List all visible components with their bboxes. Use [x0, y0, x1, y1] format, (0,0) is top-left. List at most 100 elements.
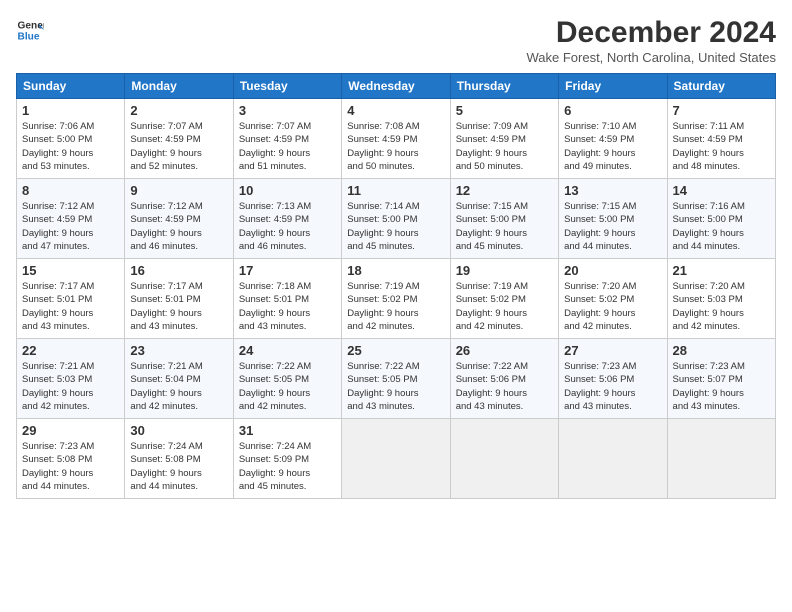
weekday-header-cell: Monday [125, 74, 233, 99]
calendar-day-cell: 22 Sunrise: 7:21 AM Sunset: 5:03 PM Dayli… [17, 339, 125, 419]
calendar-day-cell [342, 419, 450, 499]
calendar-day-cell: 11 Sunrise: 7:14 AM Sunset: 5:00 PM Dayli… [342, 179, 450, 259]
day-number: 22 [22, 343, 119, 358]
day-info: Sunrise: 7:18 AM Sunset: 5:01 PM Dayligh… [239, 280, 336, 333]
calendar-day-cell: 2 Sunrise: 7:07 AM Sunset: 4:59 PM Daylig… [125, 99, 233, 179]
day-info: Sunrise: 7:24 AM Sunset: 5:09 PM Dayligh… [239, 440, 336, 493]
day-info: Sunrise: 7:14 AM Sunset: 5:00 PM Dayligh… [347, 200, 444, 253]
calendar-day-cell [559, 419, 667, 499]
calendar-day-cell: 16Sunrise: 7:17 AM Sunset: 5:01 PM Dayli… [125, 259, 233, 339]
day-number: 26 [456, 343, 553, 358]
logo: General Blue [16, 16, 44, 44]
day-number: 10 [239, 183, 336, 198]
calendar-day-cell: 17 Sunrise: 7:18 AM Sunset: 5:01 PM Dayli… [233, 259, 341, 339]
calendar-table: SundayMondayTuesdayWednesdayThursdayFrid… [16, 73, 776, 499]
day-number: 15 [22, 263, 119, 278]
day-number: 2 [130, 103, 227, 118]
calendar-body: 1 Sunrise: 7:06 AM Sunset: 5:00 PM Daylig… [17, 99, 776, 499]
calendar-day-cell [450, 419, 558, 499]
title-block: December 2024 Wake Forest, North Carolin… [526, 16, 776, 65]
day-number: 12 [456, 183, 553, 198]
day-info: Sunrise: 7:22 AM Sunset: 5:05 PM Dayligh… [239, 360, 336, 413]
weekday-header-cell: Sunday [17, 74, 125, 99]
day-number: 31 [239, 423, 336, 438]
calendar-day-cell: 25 Sunrise: 7:22 AM Sunset: 5:05 PM Dayli… [342, 339, 450, 419]
day-info: Sunrise: 7:15 AM Sunset: 5:00 PM Dayligh… [456, 200, 553, 253]
calendar-week-row: 15 Sunrise: 7:17 AM Sunset: 5:01 PM Dayli… [17, 259, 776, 339]
day-number: 28 [673, 343, 770, 358]
calendar-week-row: 29Sunrise: 7:23 AM Sunset: 5:08 PM Dayli… [17, 419, 776, 499]
day-number: 5 [456, 103, 553, 118]
day-number: 18 [347, 263, 444, 278]
day-info: Sunrise: 7:12 AM Sunset: 4:59 PM Dayligh… [130, 200, 227, 253]
day-number: 11 [347, 183, 444, 198]
day-info: Sunrise: 7:22 AM Sunset: 5:06 PM Dayligh… [456, 360, 553, 413]
day-number: 3 [239, 103, 336, 118]
day-number: 13 [564, 183, 661, 198]
weekday-header-cell: Thursday [450, 74, 558, 99]
weekday-header-cell: Saturday [667, 74, 775, 99]
calendar-day-cell: 6Sunrise: 7:10 AM Sunset: 4:59 PM Daylig… [559, 99, 667, 179]
calendar-week-row: 1 Sunrise: 7:06 AM Sunset: 5:00 PM Daylig… [17, 99, 776, 179]
logo-icon: General Blue [16, 16, 44, 44]
calendar-day-cell: 1 Sunrise: 7:06 AM Sunset: 5:00 PM Daylig… [17, 99, 125, 179]
day-info: Sunrise: 7:10 AM Sunset: 4:59 PM Dayligh… [564, 120, 661, 173]
weekday-header-row: SundayMondayTuesdayWednesdayThursdayFrid… [17, 74, 776, 99]
calendar-day-cell: 3 Sunrise: 7:07 AM Sunset: 4:59 PM Daylig… [233, 99, 341, 179]
calendar-day-cell: 10 Sunrise: 7:13 AM Sunset: 4:59 PM Dayli… [233, 179, 341, 259]
calendar-day-cell: 7 Sunrise: 7:11 AM Sunset: 4:59 PM Daylig… [667, 99, 775, 179]
day-number: 4 [347, 103, 444, 118]
calendar-day-cell: 21 Sunrise: 7:20 AM Sunset: 5:03 PM Dayli… [667, 259, 775, 339]
day-info: Sunrise: 7:20 AM Sunset: 5:02 PM Dayligh… [564, 280, 661, 333]
day-info: Sunrise: 7:09 AM Sunset: 4:59 PM Dayligh… [456, 120, 553, 173]
day-number: 17 [239, 263, 336, 278]
day-number: 19 [456, 263, 553, 278]
day-info: Sunrise: 7:07 AM Sunset: 4:59 PM Dayligh… [239, 120, 336, 173]
day-number: 27 [564, 343, 661, 358]
day-number: 30 [130, 423, 227, 438]
day-info: Sunrise: 7:12 AM Sunset: 4:59 PM Dayligh… [22, 200, 119, 253]
day-number: 1 [22, 103, 119, 118]
calendar-day-cell: 15Sunrise: 7:17 AM Sunset: 5:01 PM Dayli… [17, 259, 125, 339]
day-info: Sunrise: 7:07 AM Sunset: 4:59 PM Dayligh… [130, 120, 227, 173]
day-number: 25 [347, 343, 444, 358]
day-number: 24 [239, 343, 336, 358]
day-info: Sunrise: 7:20 AM Sunset: 5:03 PM Dayligh… [673, 280, 770, 333]
day-info: Sunrise: 7:23 AM Sunset: 5:06 PM Dayligh… [564, 360, 661, 413]
day-info: Sunrise: 7:24 AM Sunset: 5:08 PM Dayligh… [130, 440, 227, 493]
calendar-day-cell [667, 419, 775, 499]
calendar-day-cell: 8Sunrise: 7:12 AM Sunset: 4:59 PM Daylig… [17, 179, 125, 259]
day-info: Sunrise: 7:06 AM Sunset: 5:00 PM Dayligh… [22, 120, 119, 173]
day-info: Sunrise: 7:13 AM Sunset: 4:59 PM Dayligh… [239, 200, 336, 253]
day-number: 21 [673, 263, 770, 278]
day-info: Sunrise: 7:11 AM Sunset: 4:59 PM Dayligh… [673, 120, 770, 173]
calendar-day-cell: 19Sunrise: 7:19 AM Sunset: 5:02 PM Dayli… [450, 259, 558, 339]
day-info: Sunrise: 7:22 AM Sunset: 5:05 PM Dayligh… [347, 360, 444, 413]
calendar-day-cell: 27 Sunrise: 7:23 AM Sunset: 5:06 PM Dayli… [559, 339, 667, 419]
day-info: Sunrise: 7:17 AM Sunset: 5:01 PM Dayligh… [130, 280, 227, 333]
calendar-day-cell: 31 Sunrise: 7:24 AM Sunset: 5:09 PM Dayli… [233, 419, 341, 499]
calendar-day-cell: 30 Sunrise: 7:24 AM Sunset: 5:08 PM Dayli… [125, 419, 233, 499]
calendar-day-cell: 12 Sunrise: 7:15 AM Sunset: 5:00 PM Dayli… [450, 179, 558, 259]
calendar-day-cell: 18Sunrise: 7:19 AM Sunset: 5:02 PM Dayli… [342, 259, 450, 339]
day-number: 14 [673, 183, 770, 198]
day-number: 23 [130, 343, 227, 358]
day-number: 29 [22, 423, 119, 438]
calendar-day-cell: 29Sunrise: 7:23 AM Sunset: 5:08 PM Dayli… [17, 419, 125, 499]
location-subtitle: Wake Forest, North Carolina, United Stat… [526, 50, 776, 65]
day-info: Sunrise: 7:21 AM Sunset: 5:03 PM Dayligh… [22, 360, 119, 413]
day-info: Sunrise: 7:08 AM Sunset: 4:59 PM Dayligh… [347, 120, 444, 173]
calendar-day-cell: 20 Sunrise: 7:20 AM Sunset: 5:02 PM Dayli… [559, 259, 667, 339]
day-number: 7 [673, 103, 770, 118]
day-info: Sunrise: 7:21 AM Sunset: 5:04 PM Dayligh… [130, 360, 227, 413]
day-number: 9 [130, 183, 227, 198]
calendar-day-cell: 5 Sunrise: 7:09 AM Sunset: 4:59 PM Daylig… [450, 99, 558, 179]
page-header: General Blue December 2024 Wake Forest, … [16, 16, 776, 65]
day-number: 20 [564, 263, 661, 278]
weekday-header-cell: Friday [559, 74, 667, 99]
svg-text:Blue: Blue [18, 31, 40, 42]
calendar-day-cell: 26 Sunrise: 7:22 AM Sunset: 5:06 PM Dayli… [450, 339, 558, 419]
day-info: Sunrise: 7:23 AM Sunset: 5:07 PM Dayligh… [673, 360, 770, 413]
day-info: Sunrise: 7:16 AM Sunset: 5:00 PM Dayligh… [673, 200, 770, 253]
calendar-day-cell: 24 Sunrise: 7:22 AM Sunset: 5:05 PM Dayli… [233, 339, 341, 419]
